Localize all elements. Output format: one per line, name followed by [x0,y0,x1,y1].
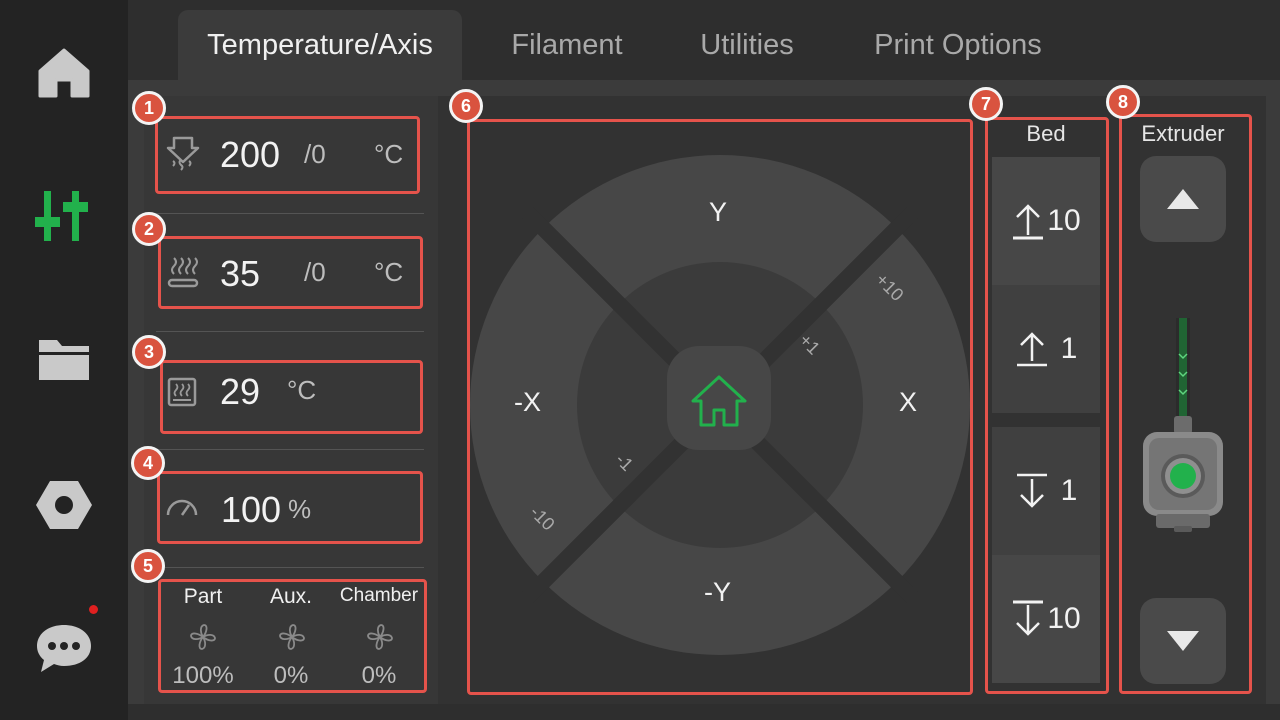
jog-x-minus-label: -X [514,387,541,417]
chamber-temp-unit: °C [287,375,317,405]
extruder-title: Extruder [1141,121,1225,146]
fan-chamber-value: 0% [361,662,397,689]
folder-icon [39,340,89,380]
bed-heat-icon [167,257,199,288]
fan-part-value: 100% [172,662,234,689]
tab-filament[interactable]: Filament [490,10,644,80]
nozzle-temp-unit: °C [374,139,404,169]
divider [156,567,424,568]
fan-icon [190,624,216,650]
bed-target-temp: /0 [304,257,326,287]
extruder-graphic-icon [1143,318,1223,532]
sliders-icon [35,191,88,241]
home-xy-icon[interactable] [690,374,748,428]
home-icon [38,48,90,98]
bed-up-1-label: 1 [1060,332,1078,365]
badge-6: 6 [449,89,483,123]
badge-4: 4 [131,446,165,480]
bed-up-10-button[interactable]: 10 [992,157,1100,285]
badge-5: 5 [131,549,165,583]
arrow-up-bar-icon [1016,332,1047,367]
bed-current-temp: 35 [220,253,261,294]
nav-files[interactable] [24,320,104,400]
bed-down-10-label: 10 [1047,602,1081,635]
divider [156,331,424,332]
chat-icon [37,625,91,672]
fan-icon [279,624,305,650]
bed-down-1-button[interactable]: 1 [992,427,1100,555]
bed-down-1-label: 1 [1060,474,1078,507]
nav-home[interactable] [24,33,104,113]
extrude-down-button[interactable] [1140,598,1226,684]
speed-unit: % [288,494,312,524]
nav-controls[interactable] [24,176,104,256]
arrow-down-bar-icon [1016,473,1047,508]
bed-temp-unit: °C [374,257,404,287]
fan-chamber-label: Chamber [339,585,419,606]
arrow-down-bar-icon [1013,600,1044,636]
notification-dot [89,605,98,614]
sidebar [0,0,128,720]
triangle-down-icon [1167,631,1199,651]
bed-down-10-button[interactable]: 10 [992,555,1100,683]
fan-icon [367,624,393,650]
hex-nut-icon [36,481,92,529]
fan-aux-label: Aux. [269,585,313,608]
bed-up-10-label: 10 [1047,204,1081,237]
divider [156,449,424,450]
speedometer-icon [166,499,198,516]
badge-7: 7 [969,87,1003,121]
bed-up-1-button[interactable]: 1 [992,285,1100,413]
nozzle-current-temp: 200 [220,134,281,175]
speed-value: 100 [221,489,282,530]
tab-utilities[interactable]: Utilities [672,10,822,80]
jog-y-minus-label: -Y [704,577,731,607]
tab-print-options[interactable]: Print Options [850,10,1066,80]
tab-temperature-axis[interactable]: Temperature/Axis [178,10,462,80]
fan-aux-value: 0% [273,662,309,689]
badge-3: 3 [132,335,166,369]
triangle-up-icon [1167,189,1199,209]
arrow-up-bar-icon [1013,204,1044,240]
extrude-up-button[interactable] [1140,156,1226,242]
fan-part-label: Part [183,585,223,608]
badge-2: 2 [132,212,166,246]
jog-y-plus-label: Y [709,197,728,227]
nav-settings[interactable] [24,465,104,545]
badge-1: 1 [132,91,166,125]
bed-title: Bed [1026,121,1066,146]
badge-8: 8 [1106,85,1140,119]
chamber-heat-icon [167,377,197,407]
chamber-current-temp: 29 [220,371,261,412]
jog-x-plus-label: X [899,387,918,417]
nav-messages[interactable] [24,608,104,688]
nozzle-heat-icon [166,136,200,171]
divider [156,213,424,214]
nozzle-target-temp: /0 [304,139,326,169]
